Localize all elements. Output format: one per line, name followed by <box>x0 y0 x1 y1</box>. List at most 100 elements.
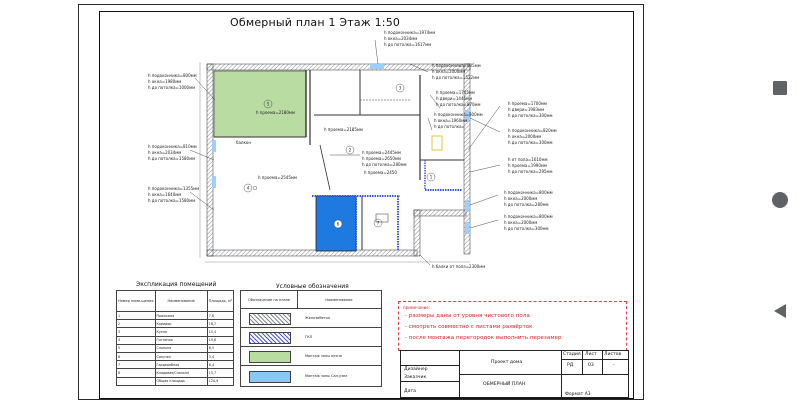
gkl-swatch <box>249 332 291 344</box>
annotation: h подоконника=1974мм <box>384 30 436 35</box>
annotation: h до потолка=870мм <box>436 102 481 107</box>
sheets-value: - <box>613 363 615 368</box>
legend-label: Монтаж зоны кухни <box>305 354 342 358</box>
notes-title: примечание: <box>403 305 431 310</box>
back-button[interactable] <box>770 301 790 321</box>
legend-title: Условные обозначения <box>276 283 349 290</box>
annotation: h проема=1745мм <box>436 90 475 95</box>
recent-apps-button[interactable] <box>770 78 790 98</box>
legend-label: Железобетон <box>305 316 331 320</box>
stage-label: Стадия <box>563 352 581 357</box>
kitchen-zone-swatch <box>249 351 291 363</box>
explication-table: Номер поме-щения Наименование Площадь, м… <box>116 290 235 386</box>
table-row: 6 Санузел 3,4 <box>116 351 235 362</box>
wall-segment <box>413 209 421 257</box>
annotation: h подоконника=1355мм <box>148 186 200 191</box>
annotation: h подоконника=800мм <box>504 190 553 195</box>
sheets-label: Листов <box>604 352 622 357</box>
annotation: h проема=2445мм <box>362 150 401 155</box>
paper-format: Формат А3 <box>565 392 591 397</box>
sheet-label: Лист <box>585 352 597 357</box>
home-icon <box>772 192 788 208</box>
table-row: Общая площадь 120,9 <box>116 376 235 386</box>
annotation: h окна=1960мм <box>434 118 468 123</box>
annotation: h до потолка=1580мм <box>148 156 196 161</box>
annotation: h проема=2450 <box>364 170 397 175</box>
drawing-viewer: Обмерный план 1 Этаж 1:50 5 2 4 7 1 6 3 … <box>0 0 760 400</box>
annotation: h до потолка=280мм <box>504 202 549 207</box>
sheet-title: ОБМЕРНЫЙ ПЛАН <box>483 382 526 387</box>
table-row: 5 Спальня 6,5 <box>116 343 235 353</box>
outer-wall <box>206 63 471 71</box>
table-row: 1 Прихожая 7,8 <box>116 310 235 321</box>
annotation: h до потолка=300мм <box>508 140 553 145</box>
annotation: h окна=1640мм <box>148 192 182 197</box>
annotation: h проема=1990мм <box>508 163 547 168</box>
annotation: h от пола=1610мм <box>508 157 548 162</box>
home-button[interactable] <box>770 190 790 210</box>
table-row: 3 Кухня 15,4 <box>116 327 235 337</box>
annotation: h окна=1980мм <box>148 79 182 84</box>
table-header: Наименование <box>154 290 208 312</box>
concrete-swatch <box>249 313 291 325</box>
svg-text:5: 5 <box>267 102 270 107</box>
annotation: h двери=1446мм <box>436 96 473 101</box>
outer-wall-left <box>206 63 214 257</box>
annotation: h до потолка=295мм <box>508 169 553 174</box>
legend-table: Обозначение на плане Наименование Железо… <box>240 290 382 387</box>
room-5-fill <box>213 70 307 138</box>
annotation: h до потолка= <box>434 124 465 129</box>
table-header-row: Номер поме-щения Наименование Площадь, м… <box>116 290 235 312</box>
legend-row: Железобетон <box>241 308 381 328</box>
table-row: 4 Гостиная 19,6 <box>116 335 235 345</box>
explication-title: Экспликация помещений <box>136 281 217 288</box>
table-header: Площадь, м² <box>206 290 235 312</box>
annotation: h окна=2000мм <box>504 220 538 225</box>
svg-text:2: 2 <box>349 148 352 153</box>
svg-text:7: 7 <box>377 221 380 226</box>
annotation: h окна=2000мм <box>508 134 542 139</box>
annotation: h до потолка=1580мм <box>148 198 196 203</box>
annotation: h подоконника=800мм <box>148 73 197 78</box>
svg-text:1: 1 <box>430 175 433 180</box>
bathroom-zone-swatch <box>249 371 291 383</box>
back-icon <box>774 304 786 318</box>
legend-row: Монтаж зоны Сан.узел <box>241 365 381 387</box>
legend-header: Наименование <box>325 297 353 302</box>
annotation: h проема=2185мм <box>324 127 363 132</box>
designer-label: Дизайнер <box>404 367 428 372</box>
annotation: h до потолка=1000мм <box>148 85 196 90</box>
annotation: h подоконника=800мм <box>504 214 553 219</box>
legend-label: Монтаж зоны Сан.узел <box>305 374 348 378</box>
annotation: h окна=2034мм <box>384 36 418 41</box>
navigation-bar <box>760 0 800 400</box>
annotation: h проема=2650мм <box>362 156 401 161</box>
svg-text:4: 4 <box>247 186 250 191</box>
annotation: h до потолка=300мм <box>508 113 553 118</box>
table-row: 8 Кладовая/Спальня 15,7 <box>116 368 235 378</box>
outer-wall-bottom <box>206 249 418 257</box>
annotation: h проема=1700мм <box>508 101 547 106</box>
notes-box: примечание: - размеры даны от уровня чис… <box>398 301 627 351</box>
customer-label: Заказчик <box>404 375 427 380</box>
recent-apps-icon <box>773 81 787 95</box>
annotation: h балки от пола=2300мм <box>432 264 486 269</box>
legend-label: ГКЛ <box>305 335 313 339</box>
note-line: - после монтажа перегородок выполнить пе… <box>405 335 562 341</box>
annotation: h до потолка=280мм <box>362 162 407 167</box>
annotation: h подоконника=810мм <box>148 144 197 149</box>
title-block: Дизайнер Заказчик Дата Проект дома ОБМЕР… <box>400 350 629 398</box>
note-line: - смотреть совместно с листами развёрток <box>405 324 533 330</box>
svg-text:6: 6 <box>337 222 340 227</box>
table-row: 7 Гардеробная 8,4 <box>116 360 235 370</box>
annotation: h подоконника=805мм <box>432 63 481 68</box>
annotation: h проема=2545мм <box>258 175 297 180</box>
annotation: h до потолка=1617мм <box>384 42 432 47</box>
svg-text:3: 3 <box>399 86 402 91</box>
wall-segment <box>413 209 467 217</box>
date-label: Дата <box>404 389 416 394</box>
balcony-label: балкон <box>236 140 251 145</box>
annotation: h окна=2034мм <box>148 150 182 155</box>
annotation: h подоконника=820мм <box>508 128 557 133</box>
note-line: - размеры даны от уровня чистового пола <box>405 313 530 319</box>
